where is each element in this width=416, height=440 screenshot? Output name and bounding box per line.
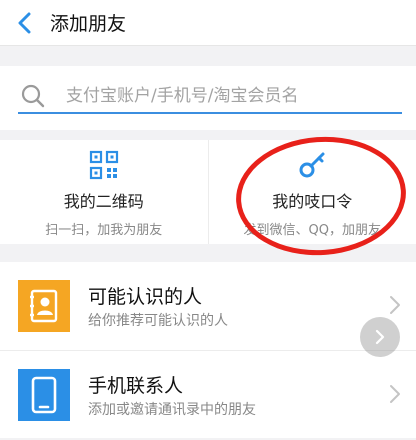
back-button[interactable] <box>4 0 44 46</box>
my-qrcode-button[interactable]: 我的二维码 扫一扫，加我为朋友 <box>0 140 208 244</box>
row-title: 可能认识的人 <box>88 286 203 308</box>
my-password-code-button[interactable]: 我的吱口令 发到微信、QQ，加朋友 <box>207 140 416 244</box>
nav-bar: 添加朋友 <box>0 0 416 46</box>
contact-book-icon <box>18 280 70 332</box>
search-section <box>0 66 416 130</box>
chevron-right-icon <box>375 329 385 345</box>
search-box[interactable] <box>18 80 402 114</box>
chevron-left-icon <box>18 12 31 33</box>
action-label: 我的二维码 <box>63 192 144 211</box>
phone-icon <box>18 369 70 421</box>
suggestion-list: 可能认识的人 给你推荐可能认识的人 手机联系人 添加或邀请通讯录中的朋友 <box>0 262 416 438</box>
chevron-right-icon <box>390 296 400 314</box>
row-subtitle: 添加或邀请通讯录中的朋友 <box>88 402 256 418</box>
quick-actions: 我的二维码 扫一扫，加我为朋友 我的吱口令 发到微信、QQ，加朋友 <box>0 140 416 244</box>
action-subtitle: 扫一扫，加我为朋友 <box>45 223 163 238</box>
qrcode-icon <box>89 150 118 180</box>
list-item[interactable]: 手机联系人 添加或邀请通讯录中的朋友 <box>0 350 416 438</box>
search-input[interactable] <box>66 86 366 106</box>
action-label: 我的吱口令 <box>272 192 353 211</box>
list-item[interactable]: 可能认识的人 给你推荐可能认识的人 <box>0 262 416 350</box>
search-icon <box>21 84 45 108</box>
key-icon <box>299 152 325 178</box>
chevron-right-icon <box>390 385 400 403</box>
page-title: 添加朋友 <box>50 13 127 35</box>
action-subtitle: 发到微信、QQ，加朋友 <box>243 223 381 238</box>
row-title: 手机联系人 <box>88 375 184 397</box>
row-subtitle: 给你推荐可能认识的人 <box>88 313 228 329</box>
floating-assist-button[interactable] <box>360 317 400 357</box>
